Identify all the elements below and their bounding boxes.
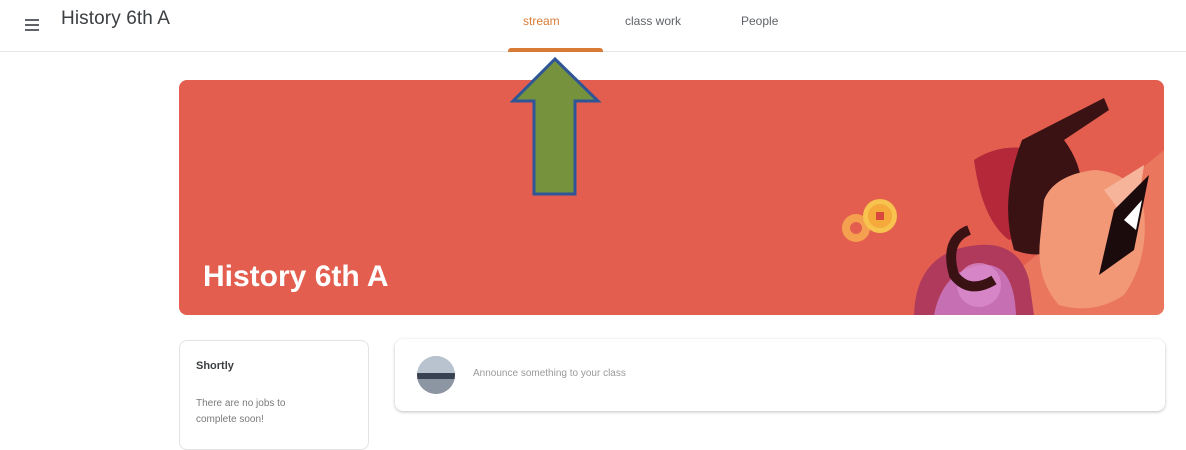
avatar (417, 356, 455, 394)
hamburger-menu-icon[interactable] (22, 14, 44, 36)
upcoming-message: There are no jobs to complete soon! (196, 398, 286, 425)
banner-class-title: History 6th A (203, 260, 389, 293)
upcoming-title: Shortly (196, 360, 234, 372)
tab-people[interactable]: People (741, 14, 778, 28)
announce-card[interactable]: Announce something to your class (395, 339, 1165, 411)
tab-classwork[interactable]: class work (625, 14, 681, 28)
pottery-illustration (842, 98, 1164, 315)
up-arrow-annotation (510, 56, 602, 196)
upcoming-card: Shortly There are no jobs to complete so… (179, 340, 369, 450)
active-tab-indicator (508, 48, 603, 52)
top-app-bar: History 6th A stream class work People (0, 0, 1186, 52)
announce-input[interactable]: Announce something to your class (473, 368, 626, 379)
tab-stream[interactable]: stream (523, 14, 560, 28)
class-title[interactable]: History 6th A (61, 8, 170, 30)
class-banner: History 6th A (179, 80, 1164, 315)
